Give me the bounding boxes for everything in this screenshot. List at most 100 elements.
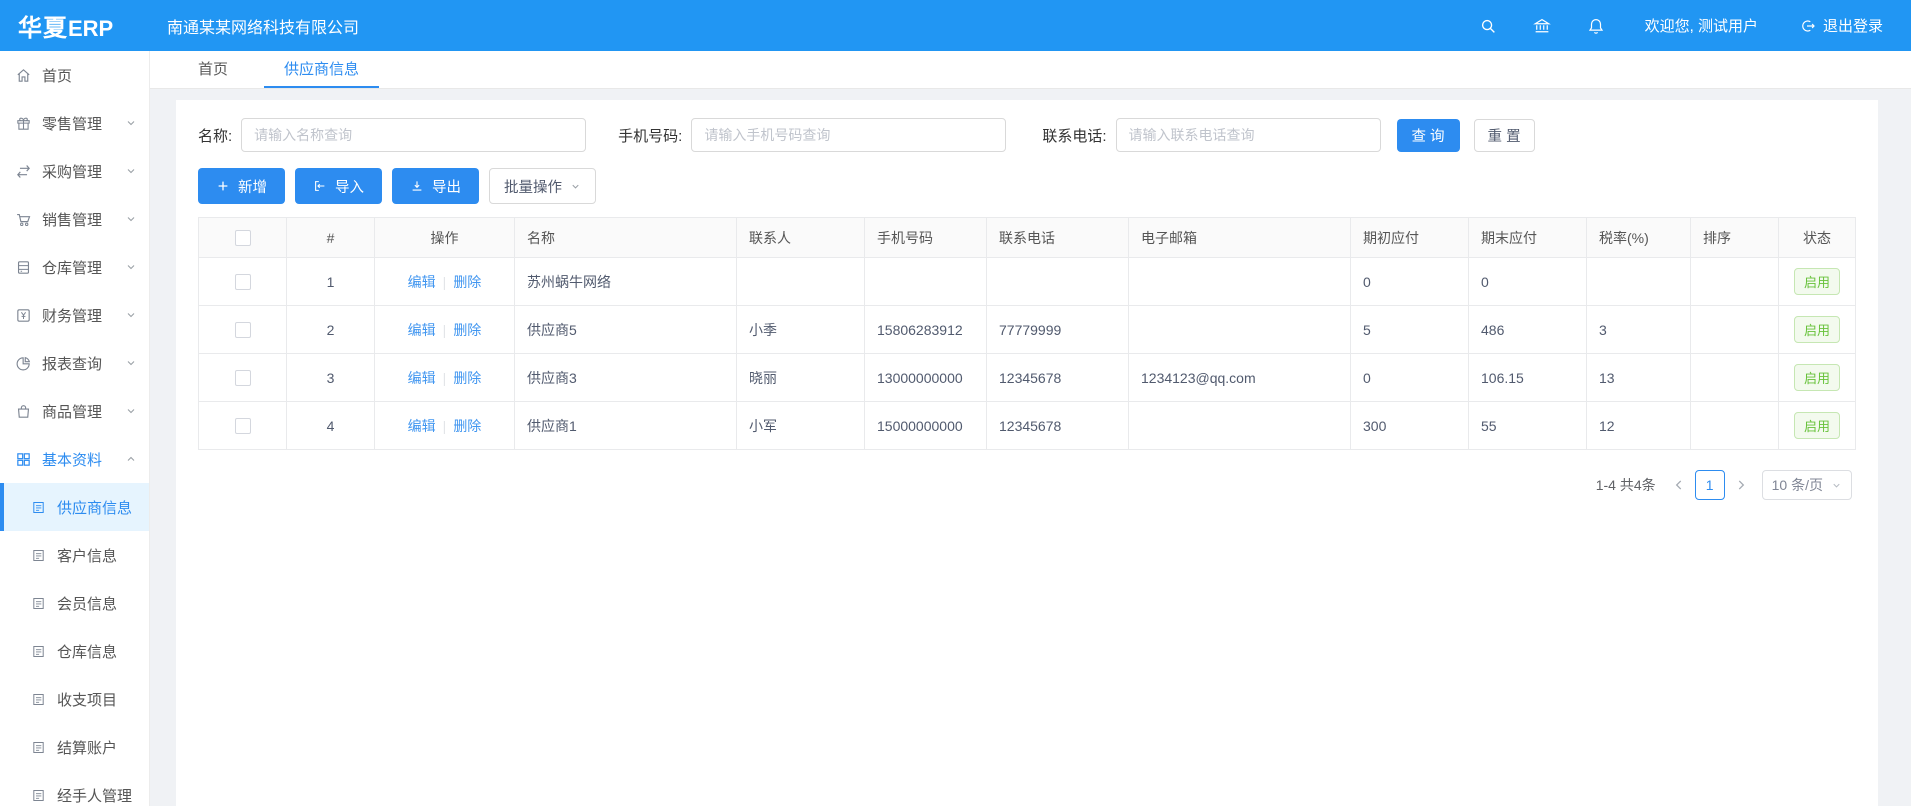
logout-icon	[1800, 18, 1816, 34]
sidebar-subitem-member-info[interactable]: 会员信息	[0, 579, 149, 627]
cell-email	[1129, 402, 1351, 450]
sidebar-subitem-supplier-info[interactable]: 供应商信息	[0, 483, 149, 531]
cell-mobile: 15000000000	[865, 402, 987, 450]
sidebar-item-sales[interactable]: 销售管理	[0, 195, 149, 243]
export-button[interactable]: 导出	[392, 168, 479, 204]
cell-contact: 小季	[737, 306, 865, 354]
logout-label: 退出登录	[1823, 15, 1883, 36]
cell-mobile: 15806283912	[865, 306, 987, 354]
tab-supplier-info[interactable]: 供应商信息	[264, 51, 379, 88]
search-icon[interactable]	[1479, 17, 1497, 35]
select-all-checkbox[interactable]	[235, 230, 251, 246]
cell-email	[1129, 258, 1351, 306]
col-name: 名称	[515, 218, 737, 258]
bank-icon[interactable]	[1533, 17, 1551, 35]
sidebar-item-products[interactable]: 商品管理	[0, 387, 149, 435]
chevron-down-icon	[125, 309, 137, 321]
chevron-up-icon	[125, 453, 137, 465]
grid-icon	[15, 451, 32, 468]
edit-link[interactable]: 编辑	[408, 370, 436, 386]
cell-contact	[737, 258, 865, 306]
sidebar-item-finance[interactable]: 财务管理	[0, 291, 149, 339]
reset-button[interactable]: 重 置	[1474, 119, 1535, 152]
col-begin-payable: 期初应付	[1351, 218, 1469, 258]
search-button[interactable]: 查 询	[1397, 119, 1460, 152]
sidebar-item-basic-data[interactable]: 基本资料	[0, 435, 149, 483]
name-filter-label: 名称:	[198, 125, 232, 146]
document-icon	[30, 596, 47, 611]
logout-button[interactable]: 退出登录	[1800, 15, 1883, 36]
table-row: 1 编辑|删除 苏州蜗牛网络 0 0 启用	[199, 258, 1856, 306]
row-checkbox[interactable]	[235, 322, 251, 338]
col-index: #	[287, 218, 375, 258]
batch-actions-button[interactable]: 批量操作	[489, 168, 596, 204]
cell-sort	[1691, 258, 1779, 306]
sidebar-subitem-handler-management[interactable]: 经手人管理	[0, 771, 149, 806]
cell-tax-rate	[1587, 258, 1691, 306]
cell-end-payable: 486	[1469, 306, 1587, 354]
delete-link[interactable]: 删除	[453, 322, 481, 338]
chevron-down-icon	[125, 261, 137, 273]
col-sort: 排序	[1691, 218, 1779, 258]
edit-link[interactable]: 编辑	[408, 322, 436, 338]
chevron-right-icon[interactable]	[1734, 478, 1748, 492]
row-checkbox[interactable]	[235, 274, 251, 290]
sidebar-subitem-income-expense[interactable]: 收支项目	[0, 675, 149, 723]
pagination-page-1[interactable]: 1	[1695, 470, 1725, 500]
pie-chart-icon	[15, 355, 32, 372]
app-header: 华夏ERP 南通某某网络科技有限公司 欢迎您, 测试用户 退出登录	[0, 0, 1911, 51]
cell-tel	[987, 258, 1129, 306]
mobile-filter-input[interactable]	[691, 118, 1006, 152]
sidebar-item-home[interactable]: 首页	[0, 51, 149, 99]
cell-begin-payable: 0	[1351, 354, 1469, 402]
sidebar-subitem-warehouse-info[interactable]: 仓库信息	[0, 627, 149, 675]
cell-mobile: 13000000000	[865, 354, 987, 402]
sidebar-item-warehouse[interactable]: 仓库管理	[0, 243, 149, 291]
sidebar-item-reports[interactable]: 报表查询	[0, 339, 149, 387]
status-badge[interactable]: 启用	[1794, 412, 1840, 439]
delete-link[interactable]: 删除	[453, 370, 481, 386]
bell-icon[interactable]	[1587, 17, 1605, 35]
chevron-down-icon	[1831, 480, 1842, 491]
status-badge[interactable]: 启用	[1794, 316, 1840, 343]
plus-icon	[216, 179, 230, 193]
sidebar-item-retail[interactable]: 零售管理	[0, 99, 149, 147]
edit-link[interactable]: 编辑	[408, 418, 436, 434]
document-icon	[30, 500, 47, 515]
import-button[interactable]: 导入	[295, 168, 382, 204]
col-end-payable: 期末应付	[1469, 218, 1587, 258]
sidebar-item-purchase[interactable]: 采购管理	[0, 147, 149, 195]
sidebar: 首页 零售管理 采购管理 销售管理 仓库管理 财务管理 报表查询 商品管理 基本…	[0, 51, 150, 806]
page-size-select[interactable]: 10 条/页	[1762, 470, 1852, 500]
edit-link[interactable]: 编辑	[408, 274, 436, 290]
chevron-left-icon[interactable]	[1672, 478, 1686, 492]
cell-tel: 12345678	[987, 354, 1129, 402]
sidebar-subitem-settlement-account[interactable]: 结算账户	[0, 723, 149, 771]
cell-contact: 小军	[737, 402, 865, 450]
col-tel: 联系电话	[987, 218, 1129, 258]
status-badge[interactable]: 启用	[1794, 268, 1840, 295]
row-checkbox[interactable]	[235, 370, 251, 386]
col-email: 电子邮箱	[1129, 218, 1351, 258]
tel-filter-input[interactable]	[1116, 118, 1381, 152]
col-mobile: 手机号码	[865, 218, 987, 258]
cell-begin-payable: 0	[1351, 258, 1469, 306]
chevron-down-icon	[125, 165, 137, 177]
cell-sort	[1691, 402, 1779, 450]
chevron-down-icon	[125, 117, 137, 129]
chevron-down-icon	[125, 405, 137, 417]
sidebar-subitem-customer-info[interactable]: 客户信息	[0, 531, 149, 579]
cell-email	[1129, 306, 1351, 354]
name-filter-input[interactable]	[241, 118, 586, 152]
add-button[interactable]: 新增	[198, 168, 285, 204]
row-checkbox[interactable]	[235, 418, 251, 434]
cell-mobile	[865, 258, 987, 306]
cell-email: 1234123@qq.com	[1129, 354, 1351, 402]
cart-icon	[15, 211, 32, 228]
delete-link[interactable]: 删除	[453, 274, 481, 290]
welcome-text: 欢迎您, 测试用户	[1645, 15, 1758, 36]
money-icon	[15, 307, 32, 324]
status-badge[interactable]: 启用	[1794, 364, 1840, 391]
delete-link[interactable]: 删除	[453, 418, 481, 434]
tab-home[interactable]: 首页	[178, 51, 248, 88]
